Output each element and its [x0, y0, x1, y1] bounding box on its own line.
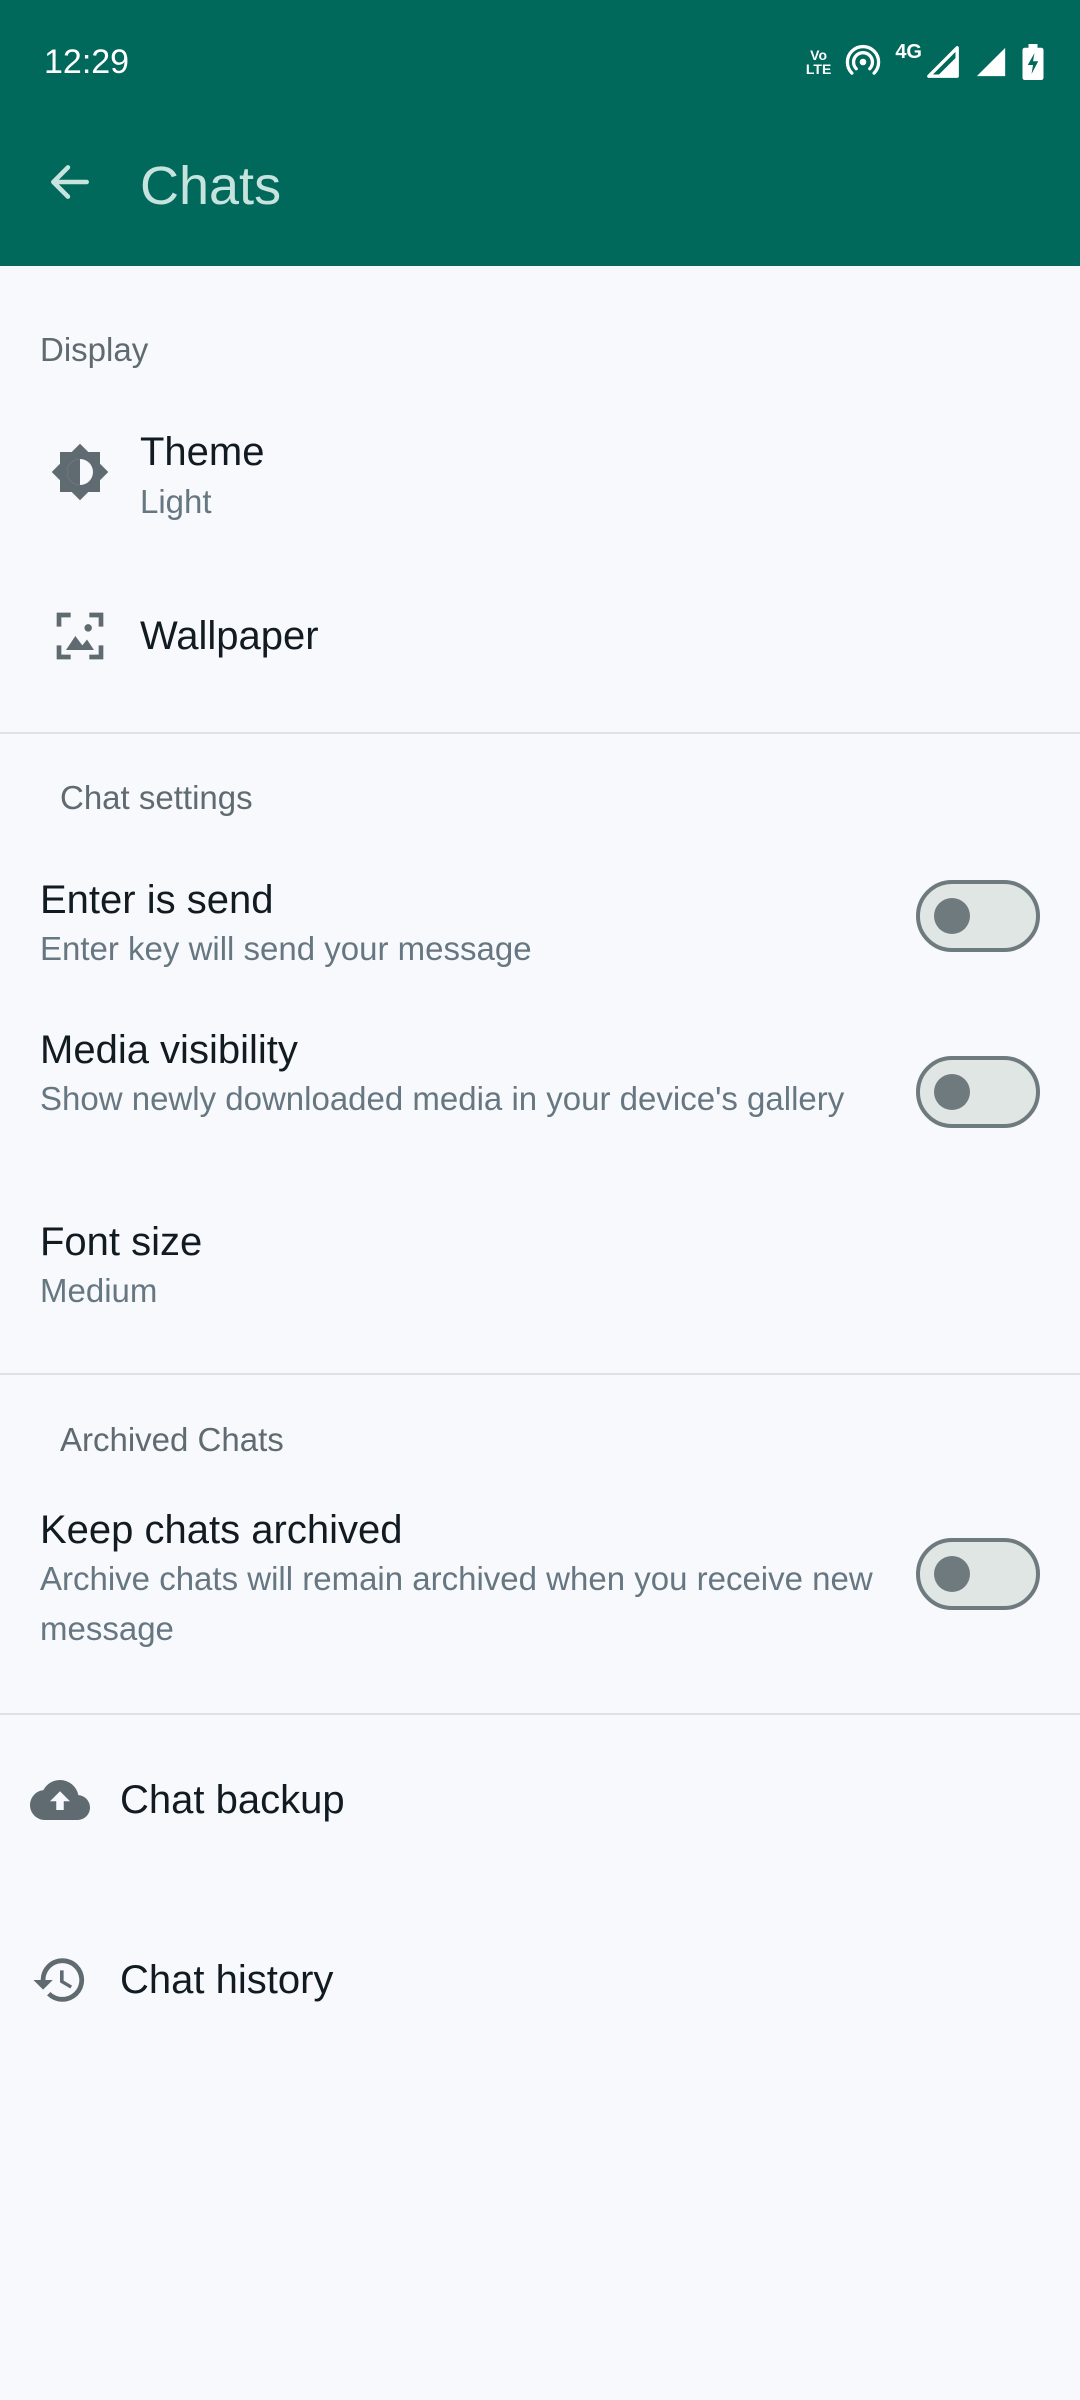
toggle-knob [934, 1556, 970, 1592]
page-title: Chats [140, 156, 282, 216]
enter-is-send-subtitle: Enter key will send your message [40, 930, 532, 967]
divider [0, 1373, 1080, 1375]
chat-backup-item[interactable]: Chat backup [0, 1740, 1080, 1860]
divider [0, 1713, 1080, 1715]
status-time: 12:29 [44, 43, 130, 81]
theme-icon [48, 440, 112, 504]
battery-charging-icon [1022, 44, 1044, 80]
keep-chats-archived-setting[interactable]: Keep chats archived Archive chats will r… [0, 1500, 1080, 1670]
media-visibility-setting[interactable]: Media visibility Show newly downloaded m… [0, 1010, 1080, 1180]
back-button[interactable] [30, 142, 110, 222]
status-icons: Vo LTE 4G [806, 40, 1044, 84]
enter-is-send-setting[interactable]: Enter is send Enter key will send your m… [0, 860, 1080, 980]
app-bar: 12:29 Vo LTE 4G Chats [0, 0, 1080, 266]
arrow-back-icon [51, 165, 89, 199]
hotspot-icon [846, 44, 881, 75]
network-type-label: 4G [895, 40, 922, 63]
wallpaper-title: Wallpaper [140, 614, 319, 658]
chat-history-item[interactable]: Chat history [0, 1920, 1080, 2040]
keep-chats-archived-toggle[interactable] [916, 1538, 1040, 1610]
media-visibility-subtitle: Show newly downloaded media in your devi… [40, 1080, 845, 1117]
theme-value: Light [140, 483, 212, 520]
section-header-chat-settings: Chat settings [60, 779, 253, 816]
divider [0, 732, 1080, 734]
signal-icon [976, 47, 1006, 77]
chat-backup-title: Chat backup [120, 1778, 345, 1822]
signal-icon [927, 46, 959, 78]
media-visibility-toggle[interactable] [916, 1056, 1040, 1128]
toggle-knob [934, 898, 970, 934]
section-header-display: Display [40, 331, 149, 368]
font-size-title: Font size [40, 1220, 203, 1264]
chat-history-title: Chat history [120, 1958, 334, 2002]
toggle-knob [934, 1074, 970, 1110]
media-visibility-title: Media visibility [40, 1028, 298, 1072]
wallpaper-icon [48, 604, 112, 668]
section-header-archived-chats: Archived Chats [60, 1421, 284, 1458]
font-size-value: Medium [40, 1272, 158, 1309]
theme-setting[interactable]: Theme Light [0, 400, 1080, 550]
wallpaper-setting[interactable]: Wallpaper [0, 580, 1080, 690]
cloud-upload-icon [28, 1768, 92, 1832]
keep-chats-archived-title: Keep chats archived [40, 1508, 403, 1552]
theme-title: Theme [140, 430, 265, 474]
font-size-setting[interactable]: Font size Medium [0, 1202, 1080, 1322]
history-icon [28, 1948, 92, 2012]
keep-chats-archived-subtitle: Archive chats will remain archived when … [40, 1560, 873, 1647]
enter-is-send-toggle[interactable] [916, 880, 1040, 952]
volte-icon: Vo LTE [805, 47, 832, 77]
enter-is-send-title: Enter is send [40, 878, 274, 922]
